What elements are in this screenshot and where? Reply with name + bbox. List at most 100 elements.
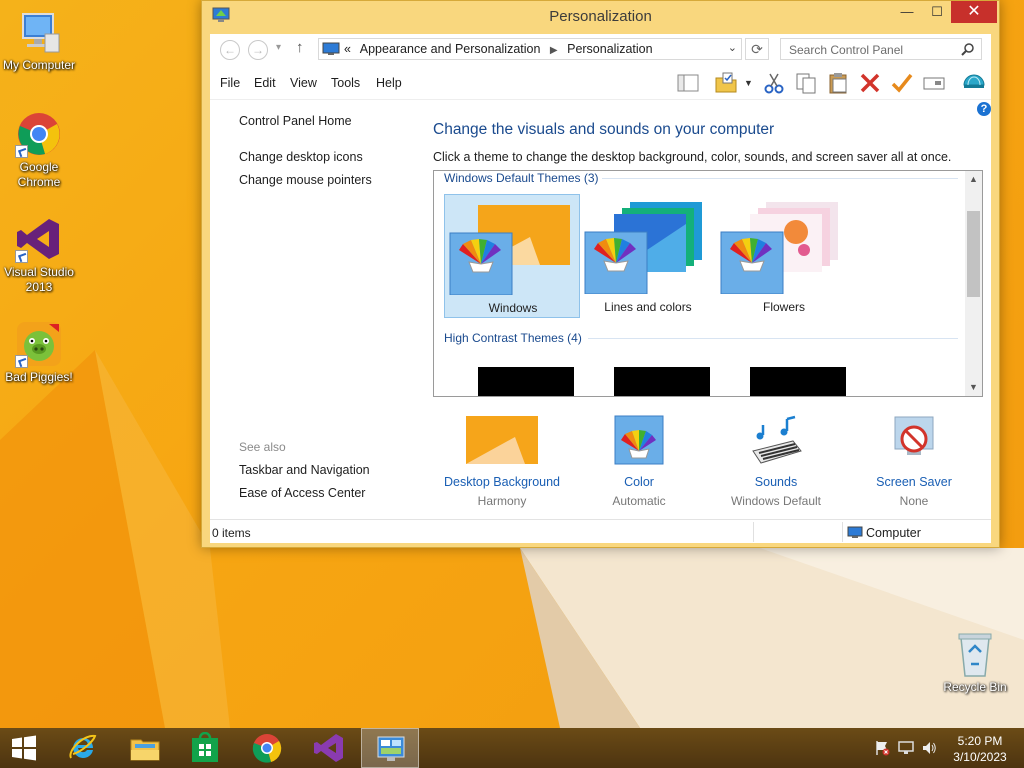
title-bar[interactable]: Personalization — ☐ ✕: [202, 1, 999, 31]
taskbar-chrome[interactable]: [238, 728, 296, 768]
taskbar-store[interactable]: [176, 728, 234, 768]
taskbar-internet-explorer[interactable]: [54, 728, 112, 768]
breadcrumb-separator-icon[interactable]: ▶: [550, 45, 558, 56]
control-panel-home-link[interactable]: Control Panel Home: [239, 114, 352, 128]
search-input[interactable]: Search Control Panel: [789, 43, 903, 57]
recent-pages-button[interactable]: ▾: [276, 42, 281, 53]
properties-folder-icon[interactable]: [714, 71, 738, 95]
cut-icon[interactable]: [762, 71, 786, 95]
taskbar-visual-studio[interactable]: [300, 728, 358, 768]
theme-label: Flowers: [762, 300, 805, 314]
sounds-setting[interactable]: Sounds Windows Default: [706, 415, 846, 508]
rename-icon[interactable]: [922, 71, 946, 95]
desktop-background-link[interactable]: Desktop Background: [432, 475, 572, 489]
search-icon[interactable]: [961, 42, 975, 56]
address-bar[interactable]: « Appearance and Personalization ▶ Perso…: [318, 38, 742, 60]
chevron-down-icon[interactable]: ▼: [744, 78, 753, 88]
store-icon: [192, 732, 218, 762]
start-button[interactable]: [0, 728, 48, 768]
status-divider: [842, 522, 843, 542]
shortcut-arrow-icon: [15, 145, 28, 158]
menu-edit[interactable]: Edit: [254, 76, 276, 90]
up-button[interactable]: ↑: [296, 39, 304, 56]
network-icon[interactable]: [898, 740, 914, 756]
action-center-flag-icon[interactable]: [874, 740, 890, 756]
personalization-window: Personalization — ☐ ✕ ← → ▾ ↑ « Appearan…: [201, 0, 1000, 548]
desktop-icon-label: Bad Piggies!: [5, 370, 73, 384]
color-palette-icon: [602, 415, 676, 465]
group-title-default-themes: Windows Default Themes (3): [444, 171, 599, 185]
group-divider: [588, 338, 958, 339]
check-icon[interactable]: [890, 71, 914, 95]
delete-icon[interactable]: [858, 71, 882, 95]
taskbar-control-panel[interactable]: [361, 728, 419, 768]
chevron-down-icon[interactable]: ⌄: [728, 41, 737, 54]
control-panel-icon: [377, 736, 405, 761]
refresh-button[interactable]: ⟳: [745, 38, 769, 60]
back-button[interactable]: ←: [220, 40, 240, 60]
desktop-icon-google-chrome[interactable]: Google Chrome: [0, 110, 78, 190]
copy-icon[interactable]: [794, 71, 818, 95]
see-also-heading: See also: [239, 440, 286, 454]
breadcrumb-appearance[interactable]: Appearance and Personalization: [360, 42, 541, 56]
ease-of-access-link[interactable]: Ease of Access Center: [239, 486, 365, 500]
desktop-icon-visual-studio[interactable]: Visual Studio 2013: [0, 215, 78, 295]
page-title: Change the visuals and sounds on your co…: [433, 121, 775, 138]
sounds-link[interactable]: Sounds: [706, 475, 846, 489]
themes-list[interactable]: Windows Default Themes (3) Windows Lines…: [433, 170, 983, 397]
desktop-icon-label: My Computer: [2, 58, 76, 72]
taskbar-file-explorer[interactable]: [116, 728, 174, 768]
scrollbar-thumb[interactable]: [967, 211, 980, 297]
search-box[interactable]: Search Control Panel: [780, 38, 982, 60]
screen-saver-setting[interactable]: Screen Saver None: [844, 415, 984, 508]
high-contrast-theme-thumbnail[interactable]: [478, 367, 574, 396]
desktop-icon-recycle-bin[interactable]: Recycle Bin: [936, 630, 1014, 695]
layout-icon[interactable]: [676, 71, 700, 95]
color-value: Automatic: [612, 494, 666, 508]
system-clock[interactable]: 5:20 PM 3/10/2023: [940, 733, 1020, 765]
screen-saver-link[interactable]: Screen Saver: [844, 475, 984, 489]
status-location: Computer: [866, 526, 921, 540]
minimize-button[interactable]: —: [892, 1, 922, 23]
desktop-icon-label: Google Chrome: [17, 160, 61, 189]
menu-help[interactable]: Help: [376, 76, 402, 90]
theme-lines-and-colors[interactable]: Lines and colors: [580, 194, 716, 318]
high-contrast-theme-thumbnail[interactable]: [614, 367, 710, 396]
sounds-icon: [739, 415, 813, 465]
change-desktop-icons-link[interactable]: Change desktop icons: [239, 150, 363, 164]
color-link[interactable]: Color: [569, 475, 709, 489]
page-subtitle: Click a theme to change the desktop back…: [433, 150, 952, 164]
volume-icon[interactable]: [921, 740, 937, 756]
change-mouse-pointers-link[interactable]: Change mouse pointers: [239, 173, 372, 187]
breadcrumb-overflow[interactable]: «: [344, 42, 351, 56]
forward-button[interactable]: →: [248, 40, 268, 60]
recycle-bin-icon: [951, 630, 999, 678]
scroll-up-button[interactable]: ▲: [965, 171, 982, 188]
menu-view[interactable]: View: [290, 76, 317, 90]
theme-flowers[interactable]: Flowers: [716, 194, 852, 318]
desktop-icon-bad-piggies[interactable]: Bad Piggies!: [0, 320, 78, 385]
maximize-button[interactable]: ☐: [923, 1, 951, 23]
desktop-icon-label: Recycle Bin: [943, 680, 1007, 694]
desktop-background-value: Harmony: [477, 494, 527, 508]
taskbar-navigation-link[interactable]: Taskbar and Navigation: [239, 463, 370, 477]
control-panel-icon: [322, 42, 340, 55]
window-title: Personalization: [549, 8, 652, 25]
close-button[interactable]: ✕: [951, 1, 997, 23]
desktop-background-icon: [465, 415, 539, 465]
desktop-icon-my-computer[interactable]: My Computer: [0, 8, 78, 73]
menu-file[interactable]: File: [220, 76, 240, 90]
bad-piggies-icon: [15, 320, 63, 368]
menu-tools[interactable]: Tools: [331, 76, 360, 90]
color-setting[interactable]: Color Automatic: [569, 415, 709, 508]
globe-icon[interactable]: [962, 71, 986, 95]
high-contrast-theme-thumbnail[interactable]: [750, 367, 846, 396]
scroll-down-button[interactable]: ▼: [965, 379, 982, 396]
screen-saver-value: None: [899, 494, 929, 508]
desktop-background-setting[interactable]: Desktop Background Harmony: [432, 415, 572, 508]
breadcrumb-personalization[interactable]: Personalization: [567, 42, 652, 56]
help-icon[interactable]: ?: [977, 102, 991, 116]
themes-scrollbar[interactable]: ▲ ▼: [965, 171, 982, 396]
paste-icon[interactable]: [826, 71, 850, 95]
theme-windows[interactable]: Windows: [444, 194, 580, 318]
